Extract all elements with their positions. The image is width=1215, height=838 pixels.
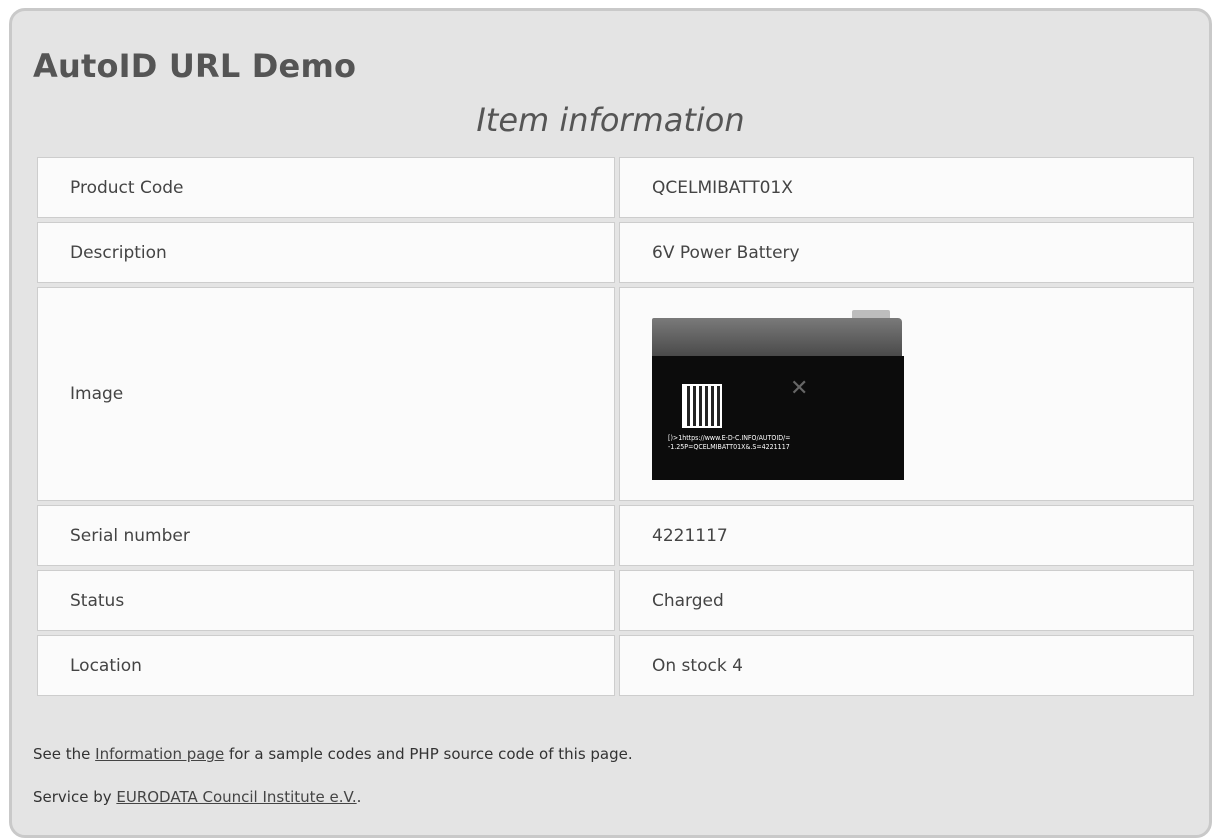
- row-label: Status: [37, 570, 615, 631]
- table-row: Status Charged: [37, 570, 1194, 631]
- row-value: On stock 4: [619, 635, 1194, 696]
- information-page-link[interactable]: Information page: [95, 745, 224, 763]
- qr-code-icon: [682, 384, 722, 428]
- recycle-mark-icon: ✕: [790, 376, 809, 401]
- battery-label-text: [)>1https://www.E-D-C.INFO/AUTOID/= -1.2…: [668, 434, 791, 451]
- row-value: Charged: [619, 570, 1194, 631]
- app-title: AutoID URL Demo: [33, 47, 357, 85]
- row-value: 6V Power Battery: [619, 222, 1194, 283]
- table-row: Location On stock 4: [37, 635, 1194, 696]
- item-info-table: Product Code QCELMIBATT01X Description 6…: [33, 153, 1198, 700]
- row-label: Description: [37, 222, 615, 283]
- service-footer-line: Service by EURODATA Council Institute e.…: [33, 788, 362, 806]
- info-footer-line: See the Information page for a sample co…: [33, 745, 633, 763]
- row-value: QCELMIBATT01X: [619, 157, 1194, 218]
- section-title: Item information: [476, 101, 745, 139]
- row-label: Image: [37, 287, 615, 501]
- row-label: Serial number: [37, 505, 615, 566]
- battery-lid: [652, 318, 902, 356]
- battery-body: ✕ [)>1https://www.E-D-C.INFO/AUTOID/= -1…: [652, 356, 904, 480]
- row-value: 4221117: [619, 505, 1194, 566]
- row-label: Location: [37, 635, 615, 696]
- row-label: Product Code: [37, 157, 615, 218]
- row-value-image: ✕ [)>1https://www.E-D-C.INFO/AUTOID/= -1…: [619, 287, 1194, 501]
- table-row: Product Code QCELMIBATT01X: [37, 157, 1194, 218]
- table-row: Image ✕ [)>1https://www.E-D-C.INFO/AUTOI…: [37, 287, 1194, 501]
- table-row: Serial number 4221117: [37, 505, 1194, 566]
- eurodata-link[interactable]: EURODATA Council Institute e.V.: [116, 788, 356, 806]
- main-panel: AutoID URL Demo Item information Product…: [9, 8, 1212, 838]
- battery-product-image: ✕ [)>1https://www.E-D-C.INFO/AUTOID/= -1…: [652, 310, 904, 480]
- table-row: Description 6V Power Battery: [37, 222, 1194, 283]
